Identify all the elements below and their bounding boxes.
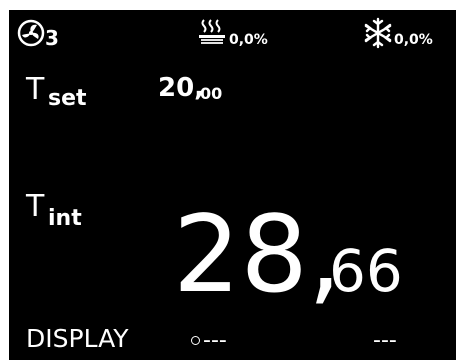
display-screen: 3 0,0% 0,0% T set 20, 00 T int 28, 66 DI…: [0, 0, 456, 360]
setpoint-label-subscript: set: [48, 86, 87, 111]
internal-temp-value-integer: 28,: [173, 193, 342, 316]
heater-output-value: 0,0%: [229, 32, 268, 48]
snowflake-icon: [364, 17, 392, 49]
pump-fan-icon: [17, 19, 45, 47]
aux-value-2: ---: [373, 328, 397, 353]
cooler-output-value: 0,0%: [394, 32, 433, 48]
setpoint-label: T: [26, 72, 45, 107]
internal-temp-label-subscript: int: [48, 206, 82, 231]
circle-indicator-icon: [191, 336, 200, 345]
display-mode-label: DISPLAY: [26, 324, 129, 353]
aux-value-1: ---: [203, 328, 227, 353]
setpoint-value-integer: 20,: [158, 73, 205, 103]
internal-temp-value-decimals: 66: [329, 237, 403, 305]
setpoint-value-decimals: 00: [200, 84, 223, 103]
pump-stage-value: 3: [45, 26, 59, 50]
internal-temp-label: T: [26, 189, 45, 224]
heater-icon: [199, 19, 225, 44]
